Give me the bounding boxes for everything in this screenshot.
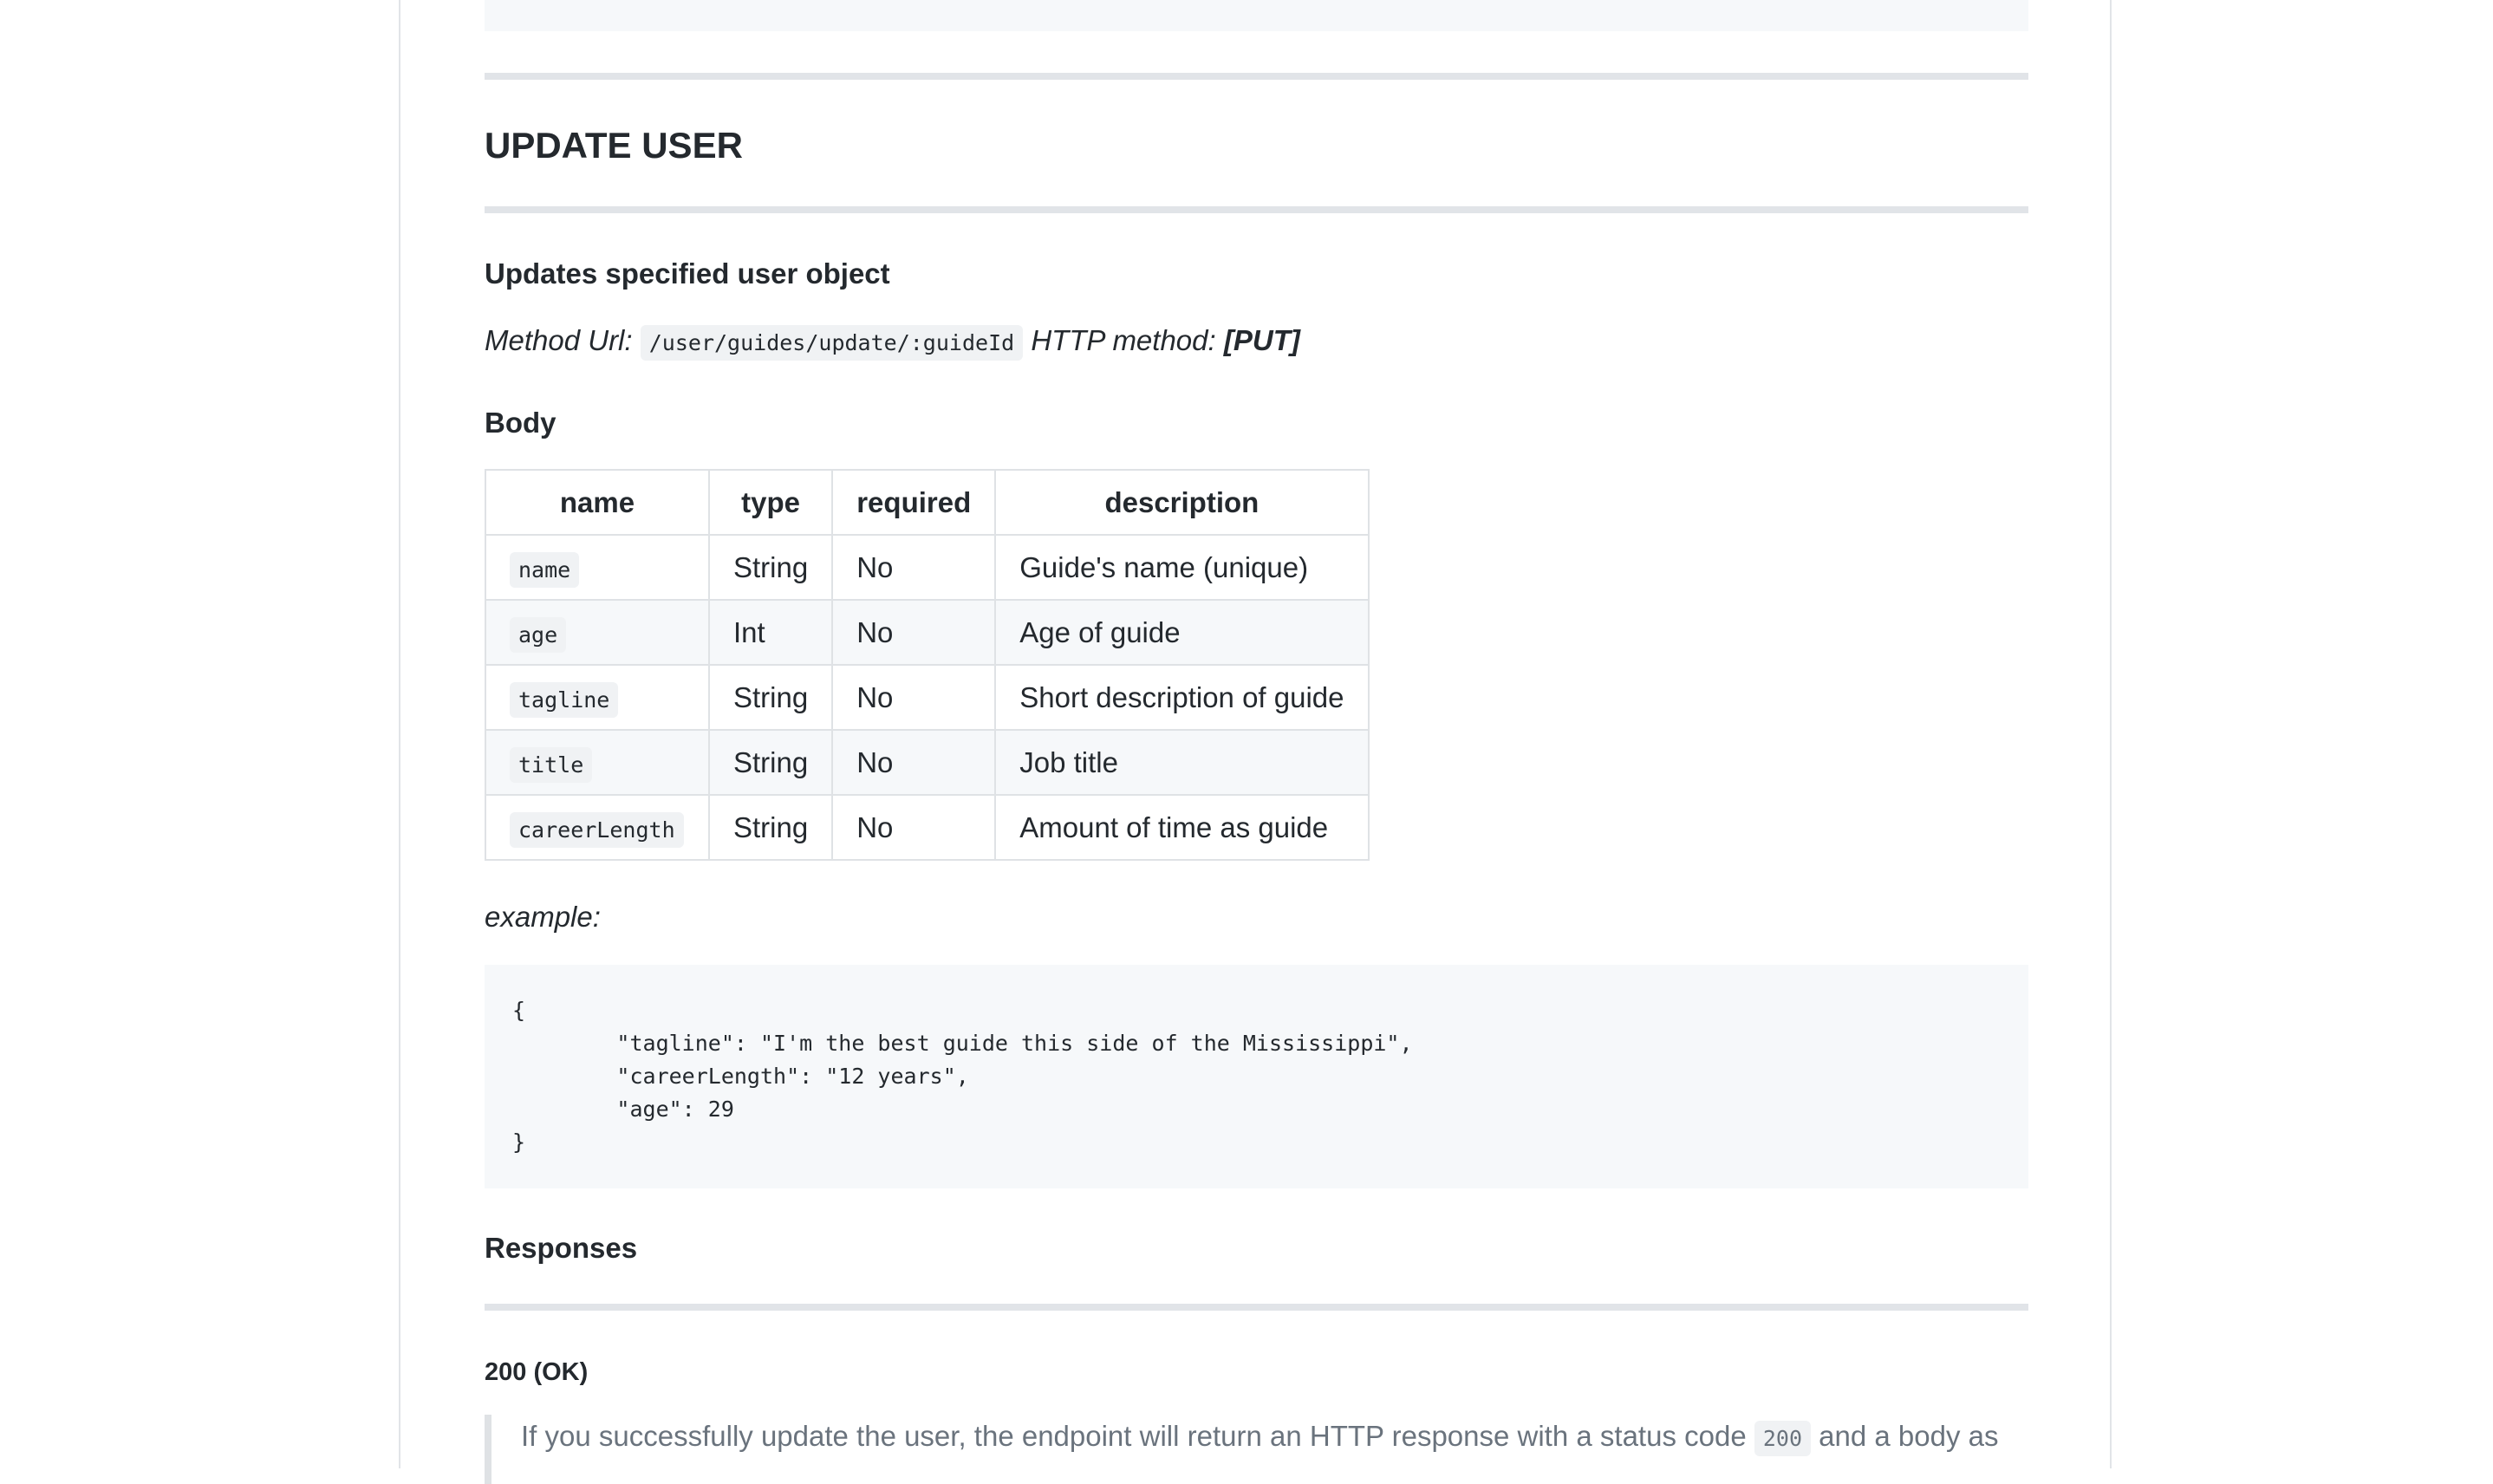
param-name-code: title [510, 746, 593, 783]
example-code-block: { "tagline": "I'm the best guide this si… [485, 965, 2028, 1188]
section-divider [485, 73, 2028, 80]
table-row: age Int No Age of guide [485, 599, 1370, 666]
table-row: careerLength String No Amount of time as… [485, 794, 1370, 861]
example-label: example: [485, 901, 601, 933]
param-name-cell: title [485, 729, 710, 796]
method-url-code: /user/guides/update/:guideId [640, 325, 1024, 361]
param-name-cell: tagline [485, 664, 710, 731]
param-name-cell: name [485, 534, 710, 601]
table-row: tagline String No Short description of g… [485, 664, 1370, 731]
param-type-cell: String [707, 794, 834, 861]
column-header-required: required [831, 469, 997, 536]
response-description-quote: If you successfully update the user, the… [485, 1415, 2028, 1484]
param-name-cell: age [485, 599, 710, 666]
param-name-cell: careerLength [485, 794, 710, 861]
table-row: name String No Guide's name (unique) [485, 534, 1370, 601]
param-description-cell: Guide's name (unique) [994, 534, 1370, 601]
param-description-cell: Amount of time as guide [994, 794, 1370, 861]
param-required-cell: No [831, 599, 997, 666]
page-border-left [399, 0, 400, 1468]
column-header-name: name [485, 469, 710, 536]
method-line: Method Url: /user/guides/update/:guideId… [485, 319, 1300, 365]
body-heading: Body [485, 407, 557, 439]
param-name-code: careerLength [510, 811, 684, 848]
responses-divider [485, 1304, 2028, 1311]
param-type-cell: String [707, 534, 834, 601]
column-header-type: type [707, 469, 834, 536]
param-description-cell: Age of guide [994, 599, 1370, 666]
params-table: name type required description name Stri… [485, 469, 1370, 861]
param-name-code: age [510, 616, 567, 653]
param-description-cell: Short description of guide [994, 664, 1370, 731]
table-header-row: name type required description [485, 469, 1370, 536]
method-url-label: Method Url: [485, 324, 633, 356]
section-title: UPDATE USER [485, 125, 743, 166]
param-description-cell: Job title [994, 729, 1370, 796]
previous-code-block [485, 0, 2028, 31]
param-required-cell: No [831, 664, 997, 731]
status-heading: 200 (OK) [485, 1358, 589, 1386]
section-subtitle: Updates specified user object [485, 257, 890, 290]
status-code-inline: 200 [1754, 1421, 1811, 1456]
param-type-cell: String [707, 729, 834, 796]
response-text-before: If you successfully update the user, the… [521, 1420, 1747, 1452]
page-border-right [2110, 0, 2112, 1468]
column-header-description: description [994, 469, 1370, 536]
http-method-value: [PUT] [1223, 324, 1300, 356]
param-required-cell: No [831, 794, 997, 861]
param-type-cell: String [707, 664, 834, 731]
title-underline [485, 206, 2028, 213]
http-method-label: HTTP method: [1031, 324, 1216, 356]
response-text-after: and a body as [1819, 1420, 1999, 1452]
param-name-code: name [510, 551, 580, 588]
responses-heading: Responses [485, 1232, 638, 1264]
table-row: title String No Job title [485, 729, 1370, 796]
param-required-cell: No [831, 729, 997, 796]
param-type-cell: Int [707, 599, 834, 666]
param-name-code: tagline [510, 681, 619, 718]
param-required-cell: No [831, 534, 997, 601]
